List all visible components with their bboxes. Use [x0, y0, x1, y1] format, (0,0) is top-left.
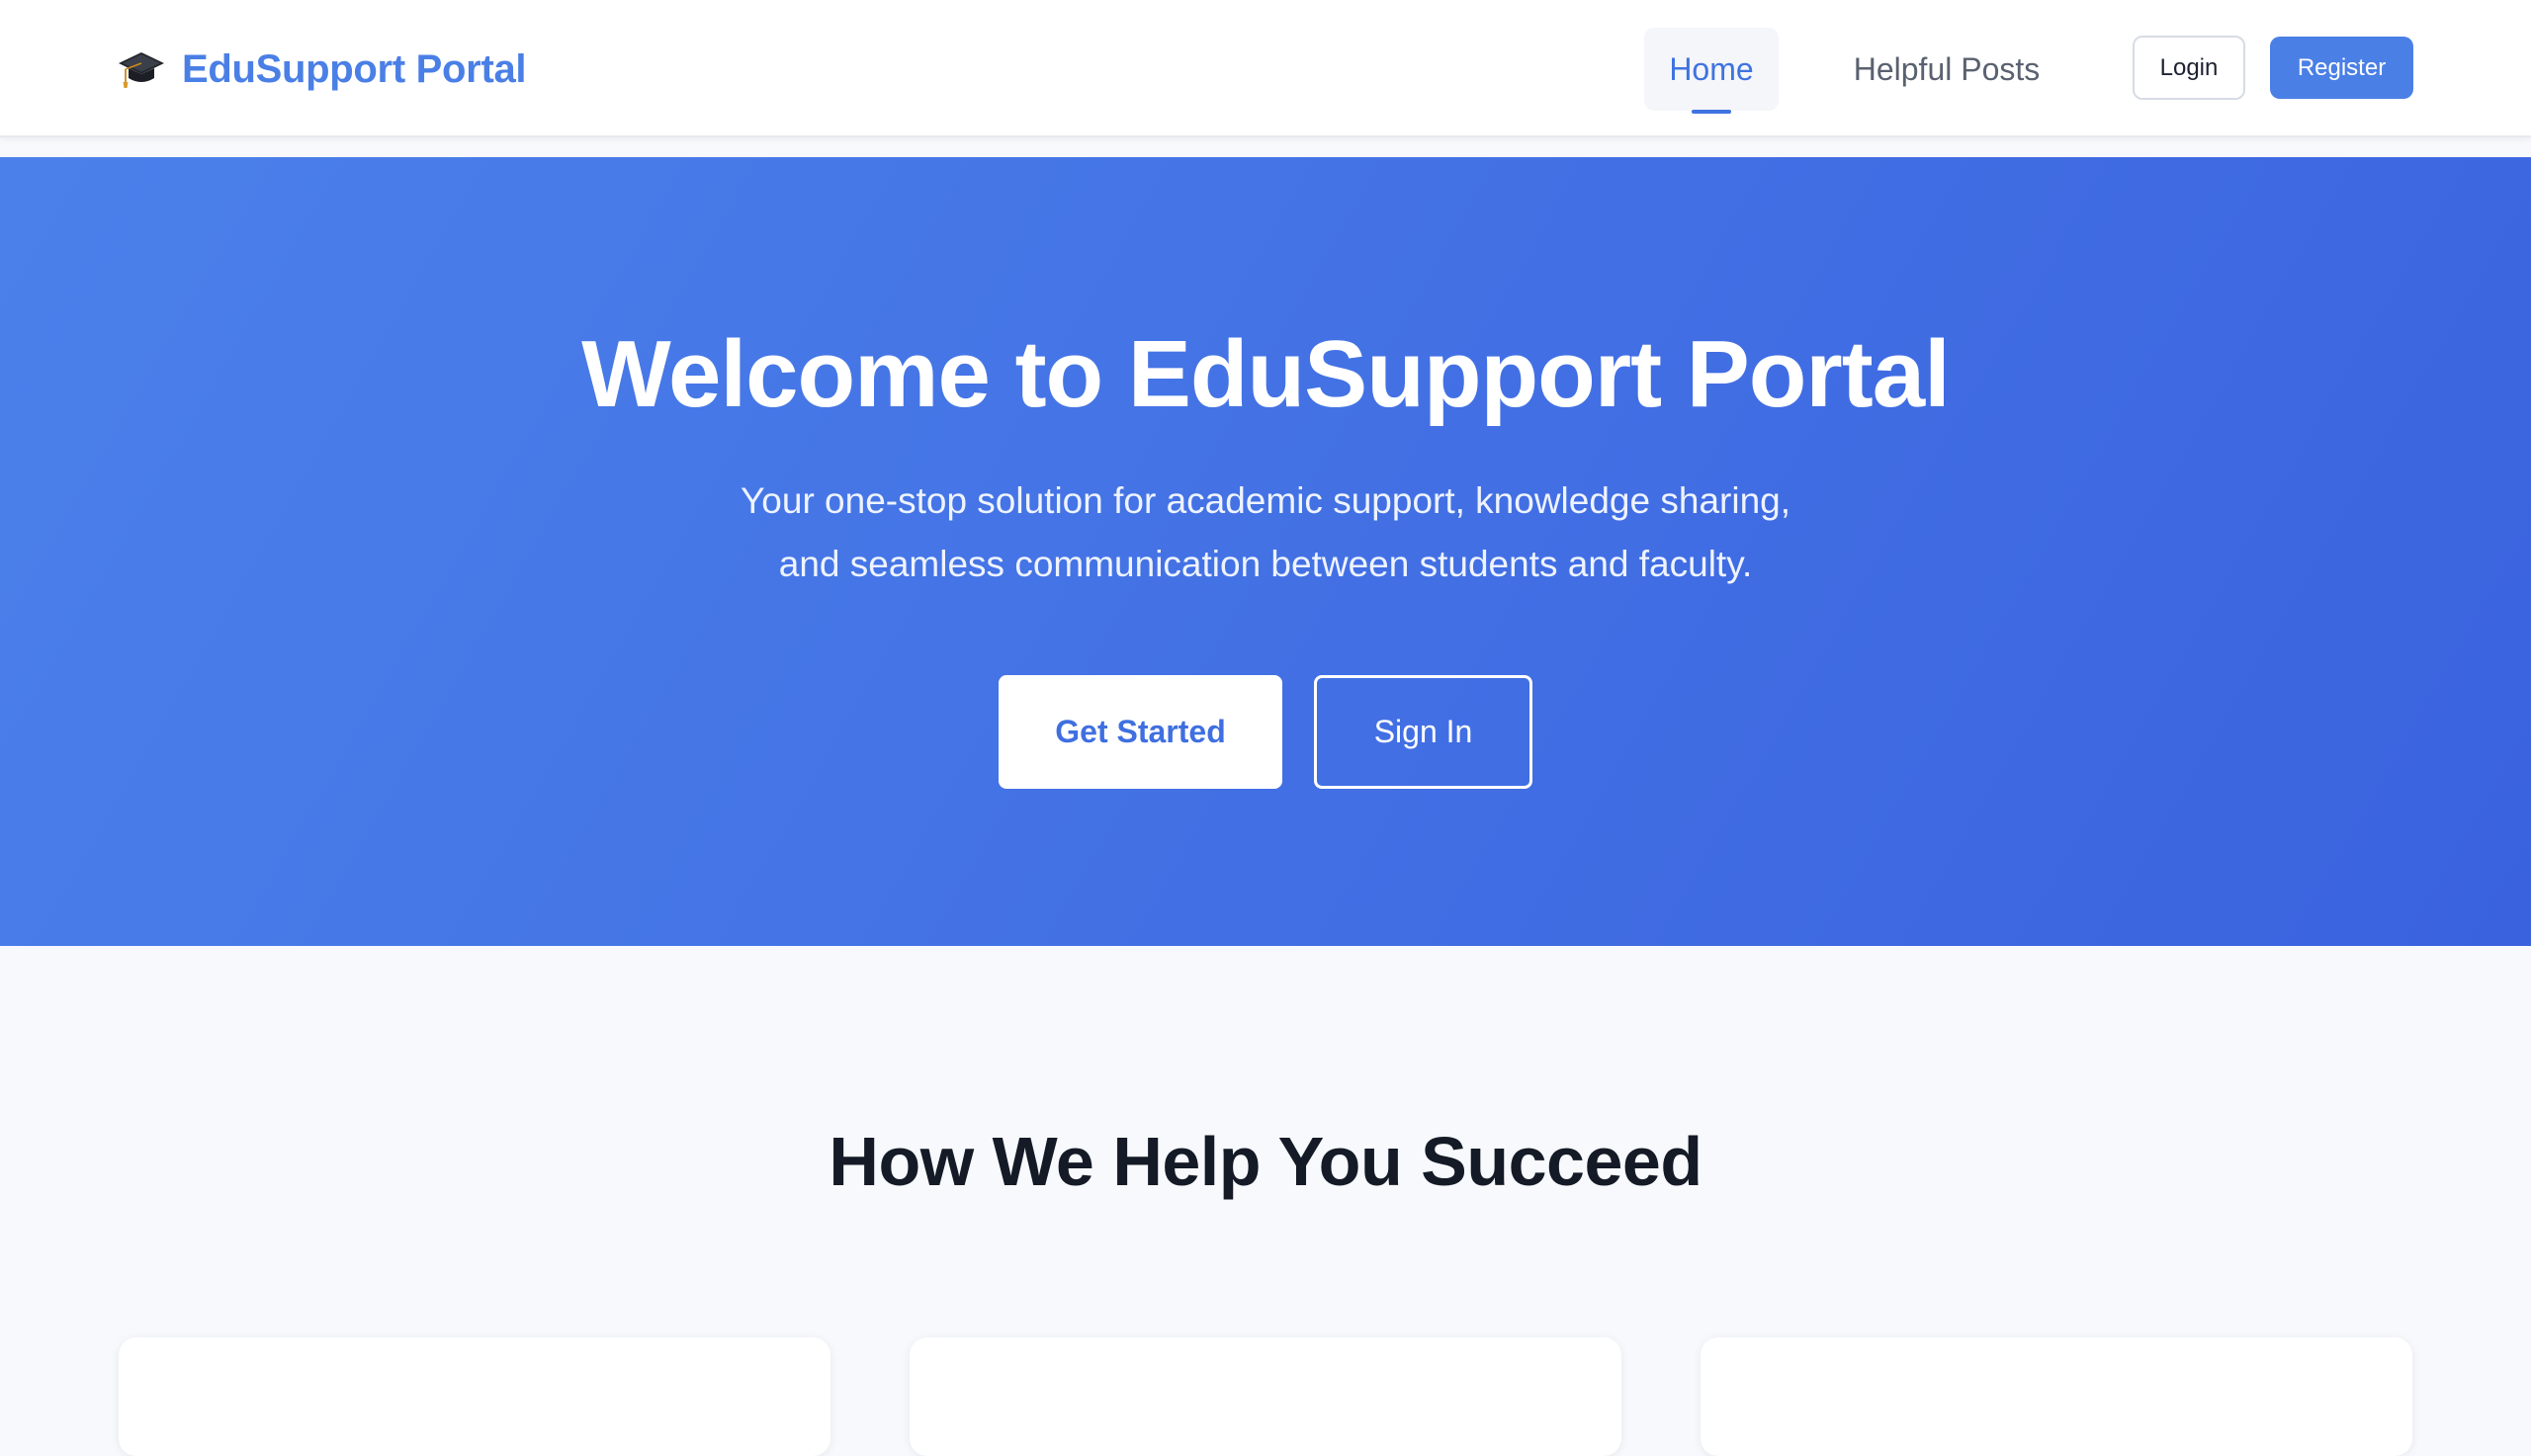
hero-title: Welcome to EduSupport Portal [581, 321, 1951, 427]
hero-subtitle: Your one-stop solution for academic supp… [672, 470, 1859, 596]
brand-name: EduSupport Portal [182, 46, 527, 91]
feature-card [119, 1337, 830, 1456]
features-title: How We Help You Succeed [829, 1123, 1702, 1200]
login-button[interactable]: Login [2133, 36, 2245, 100]
active-indicator [1692, 110, 1731, 114]
graduation-cap-icon [119, 52, 164, 88]
nav-link-home[interactable]: Home [1644, 28, 1779, 114]
brand-logo-link[interactable]: EduSupport Portal [117, 40, 527, 99]
feature-card [1701, 1337, 2412, 1456]
feature-card [910, 1337, 1621, 1456]
hero-subtitle-line-1: Your one-stop solution for academic supp… [741, 480, 1790, 521]
nav-link-home-label: Home [1669, 50, 1754, 87]
nav-link-helpful-posts-label: Helpful Posts [1853, 50, 2041, 87]
hero-section: Welcome to EduSupport Portal Your one-st… [0, 157, 2531, 946]
nav-link-helpful-posts[interactable]: Helpful Posts [1839, 28, 2054, 111]
sign-in-button[interactable]: Sign In [1314, 675, 1532, 789]
top-navbar: EduSupport Portal Home Helpful Posts Log… [0, 0, 2531, 137]
get-started-button[interactable]: Get Started [999, 675, 1282, 789]
hero-subtitle-line-2: and seamless communication between stude… [778, 544, 1753, 584]
register-button[interactable]: Register [2270, 37, 2413, 99]
